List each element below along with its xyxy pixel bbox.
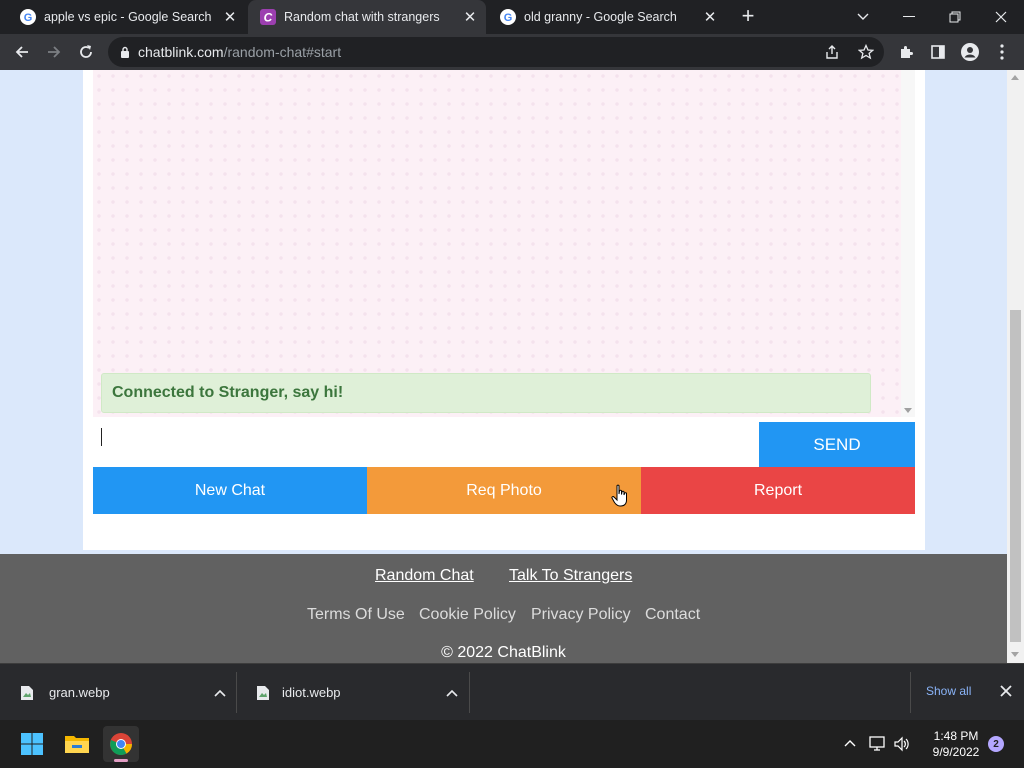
download-filename: idiot.webp [282, 685, 341, 700]
profile-avatar-icon[interactable] [960, 42, 980, 62]
volume-icon[interactable] [893, 736, 911, 752]
chat-card: Connected to Stranger, say hi! SEND New … [83, 70, 925, 550]
scroll-down-arrow-icon[interactable] [1011, 652, 1019, 657]
close-icon[interactable]: ✕ [220, 7, 240, 27]
footer-link-contact[interactable]: Contact [645, 606, 700, 624]
tab-random-chat[interactable]: C Random chat with strangers ✕ [248, 0, 486, 34]
tab-title: Random chat with strangers [284, 10, 440, 24]
download-item[interactable]: idiot.webp [256, 664, 458, 721]
svg-text:C: C [264, 11, 273, 25]
tab-search-chevron-icon[interactable] [840, 0, 886, 34]
bookmark-star-icon[interactable] [857, 43, 875, 65]
scrollbar-thumb[interactable] [1010, 310, 1021, 642]
file-explorer-icon[interactable] [59, 726, 95, 762]
hand-pointer-cursor-icon [611, 484, 627, 507]
clock-time: 1:48 PM [933, 729, 979, 743]
chat-log[interactable] [93, 70, 915, 417]
site-footer: Random Chat Talk To Strangers Terms Of U… [0, 554, 1007, 663]
back-arrow-icon[interactable] [8, 38, 36, 66]
download-item[interactable]: gran.webp [20, 664, 226, 721]
report-button[interactable]: Report [641, 467, 915, 514]
download-separator [236, 672, 237, 713]
close-icon[interactable] [998, 683, 1014, 699]
browser-toolbar: chatblink.com/random-chat#start [0, 34, 1024, 70]
tab-strip: G apple vs epic - Google Search ✕ C Rand… [0, 0, 1024, 34]
share-icon[interactable] [824, 44, 840, 65]
tab-title: old granny - Google Search [524, 10, 677, 24]
footer-link-terms[interactable]: Terms Of Use [307, 606, 405, 624]
download-separator [469, 672, 470, 713]
message-input[interactable] [93, 422, 759, 467]
svg-text:G: G [504, 12, 513, 24]
reload-icon[interactable] [72, 38, 100, 66]
system-clock[interactable]: 1:48 PM 9/9/2022 [918, 728, 994, 760]
google-g-icon: G [500, 9, 516, 25]
scroll-up-arrow-icon[interactable] [1011, 75, 1019, 80]
image-file-icon [257, 685, 269, 700]
chatblink-c-icon: C [260, 9, 276, 25]
active-app-indicator [114, 759, 128, 762]
tab-title: apple vs epic - Google Search [44, 10, 212, 24]
footer-link-talk-to-strangers[interactable]: Talk To Strangers [509, 567, 632, 585]
address-bar[interactable]: chatblink.com/random-chat#start [108, 37, 884, 67]
restore-icon[interactable] [932, 0, 978, 34]
page-scrollbar[interactable] [1007, 70, 1024, 663]
windows-taskbar: 1:48 PM 9/9/2022 2 [0, 720, 1024, 768]
close-window-icon[interactable] [978, 0, 1024, 34]
tab-apple-vs-epic[interactable]: G apple vs epic - Google Search ✕ [8, 0, 246, 34]
connected-status-message: Connected to Stranger, say hi! [101, 373, 871, 413]
side-panel-icon[interactable] [928, 42, 948, 62]
minimize-icon[interactable] [886, 0, 932, 34]
notification-badge[interactable]: 2 [988, 736, 1004, 752]
image-file-icon [21, 685, 33, 700]
tab-old-granny[interactable]: G old granny - Google Search ✕ [488, 0, 726, 34]
footer-link-random-chat[interactable]: Random Chat [375, 567, 474, 585]
google-g-icon: G [20, 9, 36, 25]
lock-icon[interactable] [120, 46, 130, 59]
download-separator [910, 672, 911, 713]
download-filename: gran.webp [49, 685, 110, 700]
svg-text:G: G [24, 12, 33, 24]
footer-link-cookie-policy[interactable]: Cookie Policy [419, 606, 516, 624]
send-button[interactable]: SEND [759, 422, 915, 467]
show-all-downloads-link[interactable]: Show all [926, 684, 971, 698]
close-icon[interactable]: ✕ [700, 7, 720, 27]
new-tab-plus-icon[interactable]: + [736, 5, 760, 29]
kebab-menu-icon[interactable] [992, 42, 1012, 62]
text-caret [101, 428, 102, 446]
forward-arrow-icon[interactable] [40, 38, 68, 66]
chevron-up-icon[interactable] [844, 739, 856, 747]
footer-link-privacy-policy[interactable]: Privacy Policy [531, 606, 631, 624]
chat-log-scrollbar[interactable] [901, 70, 915, 417]
url-path: /random-chat#start [223, 44, 342, 60]
close-icon[interactable]: ✕ [460, 7, 480, 27]
chevron-up-icon[interactable] [214, 689, 226, 697]
chevron-up-icon[interactable] [446, 689, 458, 697]
url-host: chatblink.com [138, 44, 224, 60]
copyright-text: © 2022 ChatBlink [441, 644, 566, 661]
req-photo-button[interactable]: Req Photo [367, 467, 641, 514]
chrome-icon[interactable] [103, 726, 139, 762]
windows-start-icon[interactable] [14, 726, 50, 762]
scroll-down-arrow-icon[interactable] [904, 408, 912, 413]
network-icon[interactable] [869, 736, 887, 752]
extensions-puzzle-icon[interactable] [896, 42, 916, 62]
clock-date: 9/9/2022 [932, 745, 980, 759]
new-chat-button[interactable]: New Chat [93, 467, 367, 514]
page-viewport: Connected to Stranger, say hi! SEND New … [0, 70, 1024, 663]
download-shelf: gran.webp idiot.webp Show all [0, 663, 1024, 720]
